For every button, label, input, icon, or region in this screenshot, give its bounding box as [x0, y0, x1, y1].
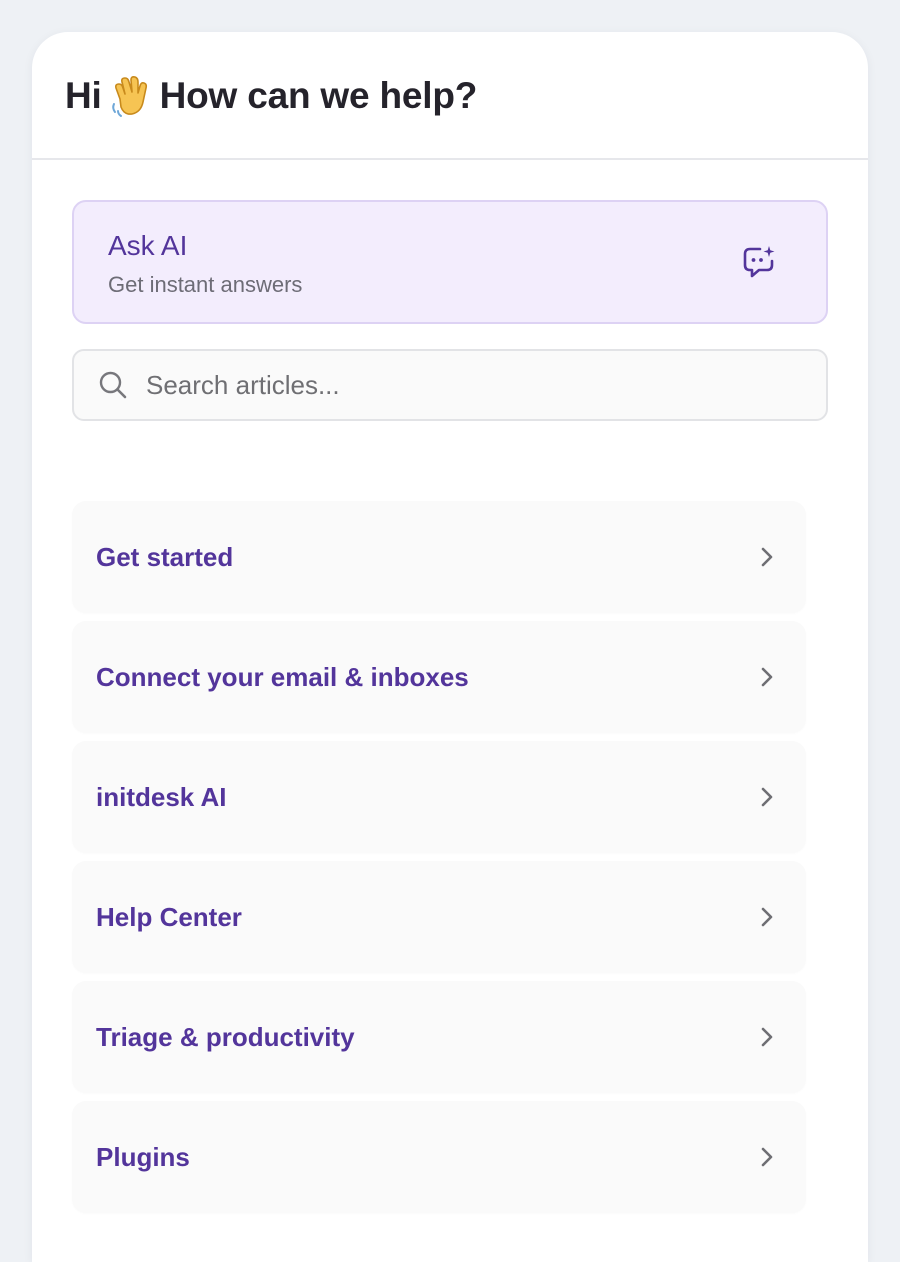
category-label: Triage & productivity [96, 1021, 355, 1052]
search-field[interactable] [72, 349, 828, 421]
category-item-triage[interactable]: Triage & productivity [72, 981, 806, 1093]
category-list: Get started Connect your email & inboxes… [72, 501, 806, 1213]
ask-ai-card[interactable]: Ask AI Get instant answers [72, 200, 828, 324]
chevron-right-icon [761, 907, 773, 927]
chevron-right-icon [761, 667, 773, 687]
widget-content: Ask AI Get instant answers Get started [32, 160, 868, 1213]
chevron-right-icon [761, 787, 773, 807]
search-input[interactable] [146, 369, 766, 401]
category-label: initdesk AI [96, 781, 227, 812]
widget-header: Hi How can we help? [32, 32, 868, 160]
category-item-initdesk-ai[interactable]: initdesk AI [72, 741, 806, 853]
chevron-right-icon [761, 547, 773, 567]
category-item-connect-email[interactable]: Connect your email & inboxes [72, 621, 806, 733]
help-widget: Hi How can we help? Ask AI Get instant a… [32, 32, 868, 1262]
page-title: Hi How can we help? [65, 74, 868, 118]
greeting-prefix: Hi [65, 75, 102, 116]
category-label: Get started [96, 541, 234, 572]
category-label: Help Center [96, 901, 242, 932]
category-label: Plugins [96, 1141, 190, 1172]
chevron-right-icon [761, 1147, 773, 1167]
chat-sparkle-icon [743, 246, 775, 278]
chevron-right-icon [761, 1027, 773, 1047]
category-item-help-center[interactable]: Help Center [72, 861, 806, 973]
waving-hand-icon [111, 76, 147, 117]
category-label: Connect your email & inboxes [96, 661, 469, 692]
ask-ai-title: Ask AI [108, 230, 188, 261]
search-icon [99, 371, 127, 399]
category-item-plugins[interactable]: Plugins [72, 1101, 806, 1213]
ask-ai-subtitle: Get instant answers [108, 272, 303, 297]
greeting-text: How can we help? [159, 75, 478, 116]
category-item-get-started[interactable]: Get started [72, 501, 806, 613]
